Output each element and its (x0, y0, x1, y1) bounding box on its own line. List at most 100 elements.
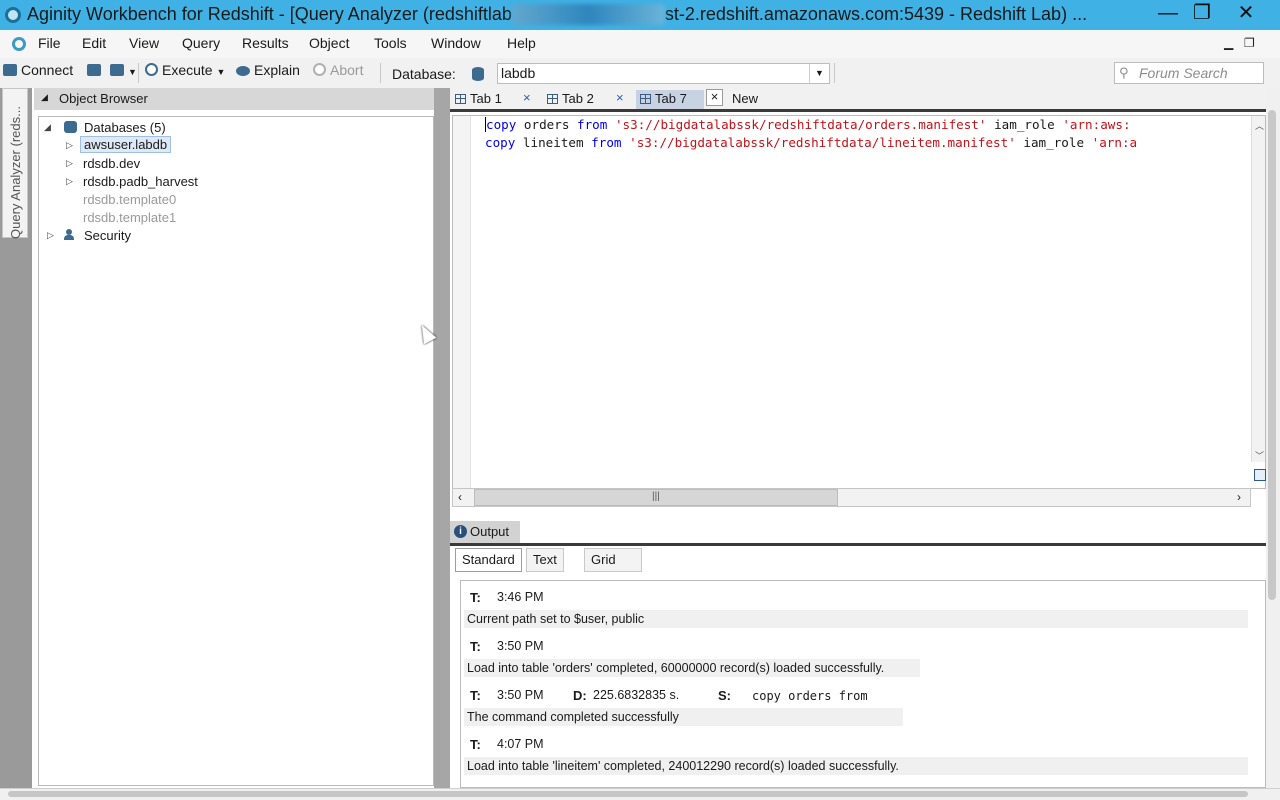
entry-message: Current path set to $user, public (464, 610, 1248, 628)
horizontal-scroll-thumb[interactable] (8, 791, 1248, 797)
close-window-button[interactable]: ✕ (1226, 0, 1266, 28)
menu-query[interactable]: Query (182, 35, 220, 51)
editor-vertical-scrollbar[interactable] (1251, 116, 1265, 462)
menu-window[interactable]: Window (431, 35, 481, 51)
tree-db-awsuser-labdb[interactable]: awsuser.labdb (80, 136, 172, 153)
forum-search-input[interactable]: Forum Search (1114, 62, 1264, 84)
table-icon (547, 94, 558, 104)
time-label: T: (470, 688, 481, 703)
tab-2-close-icon[interactable]: × (616, 90, 624, 105)
explain-button[interactable]: Explain (236, 62, 300, 78)
chevron-down-icon[interactable]: ▼ (809, 64, 829, 83)
tree-db-rdsdb-dev[interactable]: rdsdb.dev (83, 156, 140, 171)
menu-view[interactable]: View (129, 35, 159, 51)
save-dropdown-button[interactable]: ▼ (110, 62, 137, 78)
tab-grid[interactable]: Grid (584, 548, 642, 572)
chevron-down-icon: ▼ (216, 67, 226, 77)
tree-db-rdsdb-template0[interactable]: rdsdb.template0 (83, 192, 176, 207)
menu-file[interactable]: File (38, 35, 61, 51)
entry-time: 3:50 PM (497, 639, 544, 653)
mdi-minimize-button[interactable]: ▁ (1224, 36, 1233, 50)
menu-results[interactable]: Results (242, 35, 289, 51)
tree-databases-root[interactable]: Databases (5) (84, 120, 166, 135)
tab-text[interactable]: Text (526, 548, 564, 572)
tab-1-close-icon[interactable]: × (523, 90, 531, 105)
entry-message: The command completed successfully (464, 708, 903, 726)
output-divider (450, 543, 1266, 546)
play-icon (145, 63, 158, 76)
tab-standard[interactable]: Standard (455, 548, 522, 572)
side-tab-label: Query Analyzer (reds... (8, 106, 23, 239)
entry-time: 3:50 PM (497, 688, 544, 702)
tree-db-rdsdb-template1[interactable]: rdsdb.template1 (83, 210, 176, 225)
entry-message: Load into table 'orders' completed, 6000… (464, 659, 920, 677)
connect-icon (3, 64, 17, 76)
time-label: T: (470, 590, 481, 605)
vertical-scroll-thumb[interactable] (1268, 110, 1276, 600)
database-select[interactable]: labdb ▼ (497, 63, 830, 84)
folder-icon (87, 64, 101, 76)
statement-label: S: (718, 688, 731, 703)
window-title: Aginity Workbench for Redshift - [Query … (27, 4, 1088, 25)
sql-editor[interactable] (452, 115, 1266, 489)
menu-tools[interactable]: Tools (374, 35, 407, 51)
table-icon (455, 94, 466, 104)
entry-statement: copy orders from (752, 689, 868, 703)
collapse-arrow-icon[interactable]: ◢ (44, 122, 51, 133)
menu-object[interactable]: Object (309, 35, 349, 51)
save-icon (110, 64, 124, 76)
entry-time: 4:07 PM (497, 737, 544, 751)
menu-edit[interactable]: Edit (82, 35, 106, 51)
expand-arrow-icon[interactable]: ▷ (66, 140, 73, 151)
tree-db-rdsdb-padb-harvest[interactable]: rdsdb.padb_harvest (83, 174, 198, 189)
open-file-button[interactable] (87, 62, 105, 78)
abort-icon (313, 63, 326, 76)
scroll-left-icon[interactable]: ‹ (458, 490, 462, 504)
expand-arrow-icon[interactable]: ▷ (66, 176, 73, 187)
tab-7-close-icon[interactable]: × (706, 89, 723, 106)
code-line-2[interactable]: copy lineitem from 's3://bigdatalabssk/r… (485, 135, 1251, 150)
menu-help[interactable]: Help (507, 35, 536, 51)
expand-arrow-icon[interactable]: ▷ (66, 158, 73, 169)
tree-security[interactable]: Security (84, 228, 131, 243)
object-browser-title: Object Browser (59, 91, 148, 106)
toolbar-separator (834, 63, 835, 83)
database-label: Database: (392, 66, 456, 82)
maximize-button[interactable]: ❐ (1182, 0, 1222, 28)
split-editor-icon[interactable] (1254, 469, 1266, 481)
query-analyzer-side-tab[interactable]: Query Analyzer (reds... (2, 88, 28, 239)
entry-duration: 225.6832835 s. (593, 688, 680, 702)
eye-icon (236, 66, 250, 76)
abort-button[interactable]: Abort (313, 62, 363, 78)
table-icon (640, 94, 651, 104)
connect-button[interactable]: Connect (3, 62, 73, 78)
tab-divider (450, 109, 1266, 112)
new-tab-button[interactable]: New (728, 90, 762, 109)
toolbar-separator (138, 63, 139, 83)
search-icon: ⚲ (1119, 65, 1129, 80)
duration-label: D: (573, 688, 587, 703)
scroll-right-icon[interactable]: › (1237, 490, 1241, 504)
tab-7[interactable]: Tab 7 (636, 90, 704, 109)
entry-message: Load into table 'lineitem' completed, 24… (464, 757, 1248, 775)
editor-gutter (453, 116, 471, 488)
databases-icon (64, 121, 77, 133)
redacted-hostname: xxxxxxxxxxxxxxxxx (511, 4, 665, 25)
scroll-down-icon[interactable]: ﹀ (1255, 449, 1264, 462)
info-icon: i (454, 525, 467, 538)
mdi-restore-button[interactable]: ❐ (1244, 36, 1255, 50)
entry-time: 3:46 PM (497, 590, 544, 604)
users-icon (64, 229, 78, 241)
pin-icon[interactable]: ◢ (41, 92, 48, 103)
tab-2[interactable]: Tab 2 (543, 90, 598, 109)
code-line-1[interactable]: copy orders from 's3://bigdatalabssk/red… (485, 117, 1251, 132)
execute-button[interactable]: Execute ▼ (145, 62, 225, 78)
database-icon (472, 67, 484, 81)
expand-arrow-icon[interactable]: ▷ (47, 230, 54, 241)
scroll-up-icon[interactable]: ︿ (1255, 119, 1264, 132)
chevron-down-icon: ▼ (128, 67, 137, 77)
pane-splitter[interactable] (434, 88, 450, 788)
toolbar-separator (380, 63, 381, 83)
tab-1[interactable]: Tab 1 (451, 90, 506, 109)
app-menu-icon[interactable] (12, 37, 26, 51)
